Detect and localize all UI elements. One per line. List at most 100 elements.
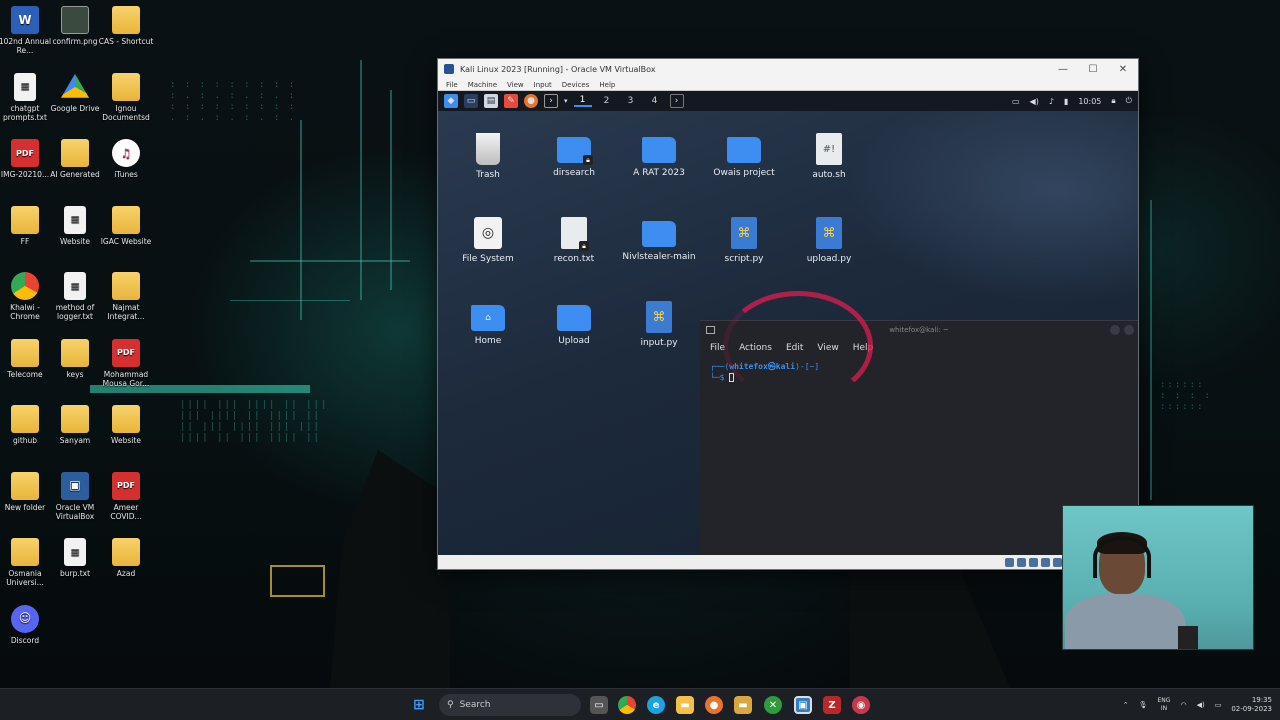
- xbox-icon[interactable]: ✕: [764, 696, 782, 714]
- maximize-icon[interactable]: ☐: [1078, 59, 1108, 79]
- workspace-2[interactable]: 2: [598, 96, 616, 106]
- task-view-icon[interactable]: ▭: [590, 696, 608, 714]
- virtualbox-window[interactable]: Kali Linux 2023 [Running] - Oracle VM Vi…: [437, 58, 1139, 570]
- kali-desktop-icon[interactable]: Upload: [534, 301, 614, 347]
- vbox-titlebar[interactable]: Kali Linux 2023 [Running] - Oracle VM Vi…: [438, 59, 1138, 79]
- language-indicator[interactable]: ENG IN: [1158, 697, 1171, 713]
- show-desktop-icon[interactable]: ▭: [464, 94, 478, 108]
- kali-desktop-icon[interactable]: ◎ File System: [448, 217, 528, 265]
- desktop-icon[interactable]: Najmat Integrat...: [98, 272, 154, 321]
- notification-bell-icon[interactable]: ♪: [1049, 97, 1054, 106]
- workspace-1[interactable]: 1: [573, 95, 592, 107]
- kali-desktop-icon[interactable]: 🔒︎ dirsearch: [534, 133, 614, 179]
- menu-devices[interactable]: Devices: [562, 81, 590, 89]
- status-network-icon[interactable]: [1041, 557, 1050, 567]
- desktop-icon[interactable]: Ignou Documentsd: [98, 72, 154, 122]
- desktop-icon-label: CAS - Shortcut: [98, 37, 154, 46]
- firefox-icon[interactable]: ●: [524, 94, 538, 108]
- window-terminal-icon[interactable]: ›: [669, 94, 684, 108]
- kali-desktop-icon[interactable]: A RAT 2023: [619, 133, 699, 179]
- virtualbox-taskbar-icon[interactable]: ▣: [794, 696, 812, 714]
- desktop-icon[interactable]: AI Generated: [47, 139, 103, 179]
- chrome-icon[interactable]: [618, 696, 636, 714]
- kali-desktop-icon[interactable]: ⌘ input.py: [619, 301, 699, 349]
- desktop-icon[interactable]: ♫ iTunes: [98, 139, 154, 179]
- filezilla-icon[interactable]: Z: [823, 696, 841, 714]
- firefox-taskbar-icon[interactable]: ●: [705, 696, 723, 714]
- kali-menu-icon[interactable]: ◆: [444, 94, 458, 108]
- status-hdd-icon[interactable]: [1005, 557, 1014, 567]
- desktop-icon[interactable]: New folder: [0, 471, 53, 512]
- kali-desktop-icon[interactable]: Owais project: [704, 133, 784, 179]
- desktop-icon[interactable]: ≡ burp.txt: [47, 538, 103, 578]
- status-optical-icon[interactable]: [1017, 557, 1026, 567]
- desktop-icon[interactable]: CAS - Shortcut: [98, 6, 154, 46]
- desktop-icon[interactable]: PDF Ameer COVID...: [98, 471, 154, 521]
- file-manager-icon[interactable]: ▤: [484, 94, 498, 108]
- minimize-icon[interactable]: —: [1048, 59, 1078, 79]
- desktop-icon[interactable]: Website: [98, 405, 154, 445]
- wifi-icon[interactable]: ◠: [1180, 701, 1186, 709]
- terminal-minimize-icon[interactable]: [1110, 325, 1120, 335]
- folder-icon: [642, 221, 676, 247]
- desktop-icon[interactable]: ☺ Discord: [0, 604, 53, 645]
- workspace-3[interactable]: 3: [622, 96, 640, 106]
- desktop-icon[interactable]: keys: [47, 338, 103, 379]
- tray-chevron-up-icon[interactable]: ⌃: [1123, 701, 1129, 709]
- screen-recorder-icon[interactable]: ◉: [852, 696, 870, 714]
- menu-input[interactable]: Input: [534, 81, 552, 89]
- kali-desktop-icon[interactable]: ⌘ upload.py: [789, 217, 869, 265]
- menu-help[interactable]: Help: [599, 81, 615, 89]
- desktop-icon[interactable]: PDF Mohammad Mousa Gor...: [98, 338, 154, 388]
- start-windows-icon[interactable]: ⊞: [410, 696, 428, 714]
- battery-icon[interactable]: ▮: [1064, 97, 1068, 106]
- desktop-icon[interactable]: Osmania Universi...: [0, 538, 53, 587]
- kali-desktop-icon[interactable]: 🔒︎ recon.txt: [534, 217, 614, 265]
- desktop-icon[interactable]: Telecome: [0, 338, 53, 379]
- status-audio-icon[interactable]: [1029, 557, 1038, 567]
- lock-icon[interactable]: 🔒︎: [1111, 96, 1115, 106]
- desktop-icon[interactable]: github: [0, 405, 53, 445]
- desktop-icon[interactable]: FF: [0, 205, 53, 246]
- display-icon[interactable]: ▭: [1012, 97, 1020, 106]
- battery-tray-icon[interactable]: ▭: [1215, 701, 1222, 709]
- desktop-icon[interactable]: Sanyam: [47, 405, 103, 445]
- desktop-icon[interactable]: Google Drive: [47, 73, 103, 113]
- taskbar-clock[interactable]: 19:35 02-09-2023: [1231, 696, 1272, 714]
- microphone-icon[interactable]: 🎙︎: [1139, 701, 1148, 709]
- desktop-icon[interactable]: W 102nd Annual Re...: [0, 6, 53, 55]
- desktop-icon[interactable]: IGAC Website: [98, 205, 154, 246]
- volume-icon[interactable]: ◀): [1030, 97, 1039, 106]
- chevron-down-icon[interactable]: ▾: [564, 97, 568, 105]
- desktop-icon[interactable]: Khalwi - Chrome: [0, 272, 53, 321]
- menu-file[interactable]: File: [446, 81, 458, 89]
- kali-icon-label: input.py: [640, 338, 678, 348]
- edge-icon[interactable]: e: [647, 696, 665, 714]
- desktop-icon[interactable]: PDF IMG-20210...: [0, 139, 53, 179]
- desktop-icon[interactable]: ≡ method of logger.txt: [47, 272, 103, 321]
- status-usb-icon[interactable]: [1053, 557, 1062, 567]
- menu-view[interactable]: View: [507, 81, 524, 89]
- file-explorer-icon[interactable]: ▬: [676, 696, 694, 714]
- text-editor-icon[interactable]: ✎: [504, 94, 518, 108]
- terminal-close-icon[interactable]: [1124, 325, 1134, 335]
- kali-desktop-icon[interactable]: Nivlstealer-main: [619, 217, 699, 263]
- workspace-4[interactable]: 4: [646, 96, 664, 106]
- close-icon[interactable]: ✕: [1108, 59, 1138, 79]
- folder-taskbar-icon[interactable]: ▬: [734, 696, 752, 714]
- desktop-icon[interactable]: Azad: [98, 538, 154, 578]
- power-icon[interactable]: ⏻: [1126, 96, 1132, 106]
- desktop-icon[interactable]: ≡ chatgpt prompts.txt: [0, 72, 53, 122]
- kali-desktop-icon[interactable]: ⌂ Home: [448, 301, 528, 347]
- desktop-icon[interactable]: ≡ Website: [47, 205, 103, 246]
- speaker-icon[interactable]: ◀): [1197, 701, 1205, 709]
- taskbar-search[interactable]: ⚲ Search: [439, 694, 581, 716]
- kali-desktop-icon[interactable]: #! auto.sh: [789, 133, 869, 181]
- desktop-icon[interactable]: ▣ Oracle VM VirtualBox: [47, 471, 103, 521]
- kali-desktop-icon[interactable]: Trash: [448, 133, 528, 181]
- kali-desktop-icon[interactable]: ⌘ script.py: [704, 217, 784, 265]
- terminal-icon[interactable]: ›: [544, 94, 558, 108]
- desktop-icon[interactable]: confirm.png: [47, 6, 103, 46]
- kali-clock[interactable]: 10:05: [1078, 97, 1101, 106]
- menu-machine[interactable]: Machine: [468, 81, 497, 89]
